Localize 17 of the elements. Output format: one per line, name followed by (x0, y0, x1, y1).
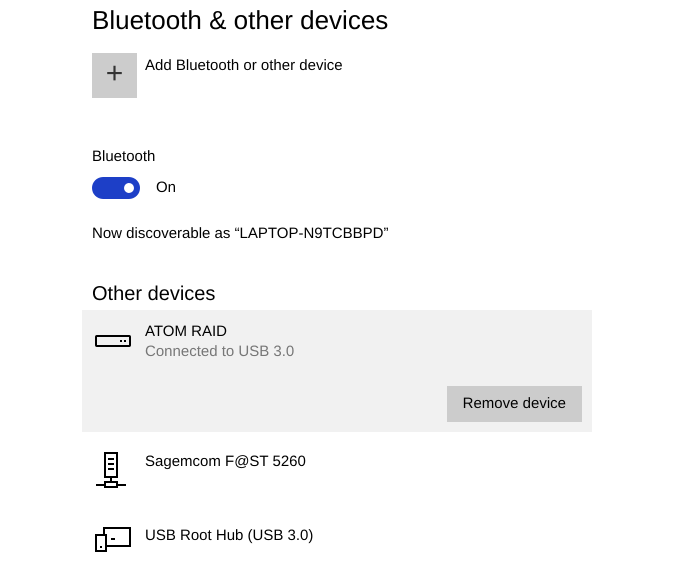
device-row[interactable]: ATOM RAID Connected to USB 3.0 Remove device (82, 310, 592, 432)
section-heading: Other devices (92, 282, 216, 306)
bluetooth-toggle[interactable] (92, 176, 140, 199)
remove-device-button[interactable]: Remove device (446, 386, 582, 422)
device-name: USB Root Hub (USB 3.0) (145, 526, 314, 546)
server-icon (95, 452, 127, 490)
page-title: Bluetooth & other devices (92, 4, 390, 37)
device-status: Connected to USB 3.0 (145, 342, 296, 362)
toggle-state-text: On (156, 178, 176, 198)
device-name: ATOM RAID (145, 322, 228, 342)
add-device-button[interactable]: + (92, 53, 137, 98)
add-device-label[interactable]: Add Bluetooth or other device (145, 55, 343, 98)
hub-icon (95, 526, 131, 552)
bluetooth-label: Bluetooth (92, 147, 156, 167)
drive-icon (95, 334, 131, 348)
device-name: Sagemcom F@ST 5260 (145, 452, 307, 472)
discoverable-text: Now discoverable as “LAPTOP-N9TCBBPD” (92, 224, 390, 244)
